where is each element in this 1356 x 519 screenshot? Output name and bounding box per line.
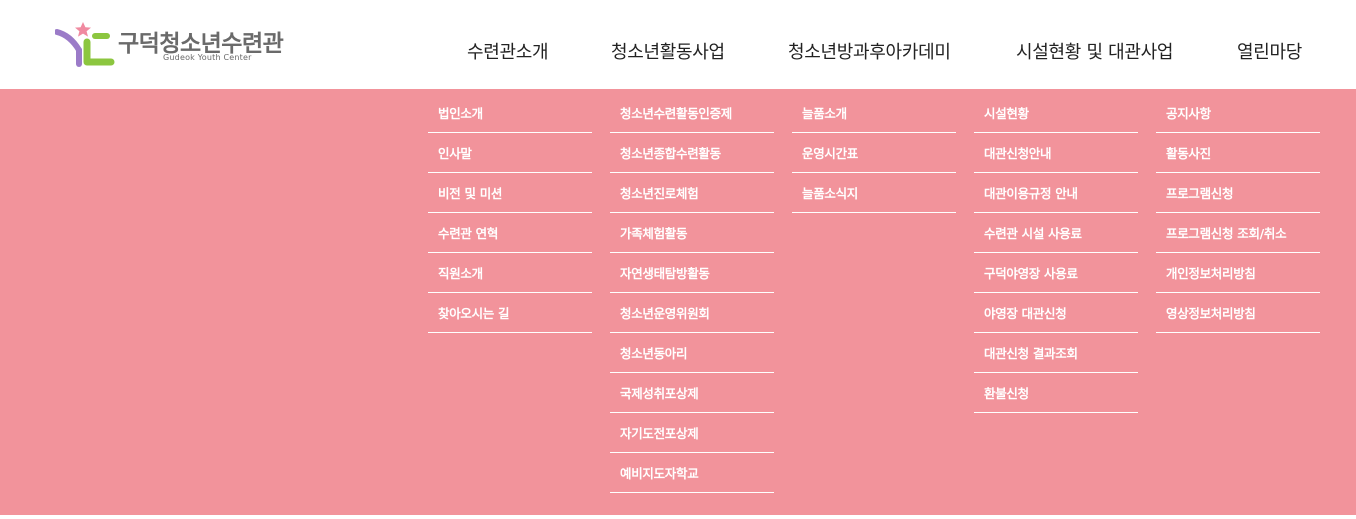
menu-item[interactable]: 수련관 연혁 xyxy=(428,213,592,253)
menu-item[interactable]: 늘품소식지 xyxy=(792,173,956,213)
menu-item[interactable]: 국제성취포상제 xyxy=(610,373,774,413)
menu-column-open-board: 공지사항 활동사진 프로그램신청 프로그램신청 조회/취소 개인정보처리방침 영… xyxy=(1156,93,1320,333)
menu-column-about: 법인소개 인사말 비전 및 미션 수련관 연혁 직원소개 찾아오시는 길 xyxy=(428,93,592,333)
menu-item[interactable]: 대관이용규정 안내 xyxy=(974,173,1138,213)
menu-item[interactable]: 프로그램신청 xyxy=(1156,173,1320,213)
nav-item-open-board[interactable]: 열린마당 xyxy=(1237,38,1302,64)
menu-item[interactable]: 활동사진 xyxy=(1156,133,1320,173)
menu-item[interactable]: 직원소개 xyxy=(428,253,592,293)
menu-item[interactable]: 자연생태탐방활동 xyxy=(610,253,774,293)
menu-item[interactable]: 환불신청 xyxy=(974,373,1138,413)
nav-item-facilities[interactable]: 시설현황 및 대관사업 xyxy=(1016,38,1173,64)
menu-item[interactable]: 늘품소개 xyxy=(792,93,956,133)
menu-item[interactable]: 예비지도자학교 xyxy=(610,453,774,493)
menu-item[interactable]: 청소년진로체험 xyxy=(610,173,774,213)
menu-item[interactable]: 개인정보처리방침 xyxy=(1156,253,1320,293)
menu-item[interactable]: 공지사항 xyxy=(1156,93,1320,133)
page-bottom-edge xyxy=(0,515,1356,519)
nav-item-youth-activities[interactable]: 청소년활동사업 xyxy=(611,38,725,64)
menu-item[interactable]: 비전 및 미션 xyxy=(428,173,592,213)
menu-item[interactable]: 시설현황 xyxy=(974,93,1138,133)
menu-item[interactable]: 자기도전포상제 xyxy=(610,413,774,453)
main-nav: 수련관소개 청소년활동사업 청소년방과후아카데미 시설현황 및 대관사업 열린마… xyxy=(0,38,1356,64)
menu-item[interactable]: 야영장 대관신청 xyxy=(974,293,1138,333)
site-header: 구덕청소년수련관 Gudeok Youth Center 수련관소개 청소년활동… xyxy=(0,0,1356,89)
menu-item[interactable]: 청소년종합수련활동 xyxy=(610,133,774,173)
menu-item[interactable]: 운영시간표 xyxy=(792,133,956,173)
menu-item[interactable]: 청소년수련활동인증제 xyxy=(610,93,774,133)
menu-column-youth-activities: 청소년수련활동인증제 청소년종합수련활동 청소년진로체험 가족체험활동 자연생태… xyxy=(610,93,774,493)
menu-column-academy: 늘품소개 운영시간표 늘품소식지 xyxy=(792,93,956,213)
menu-item[interactable]: 수련관 시설 사용료 xyxy=(974,213,1138,253)
menu-column-facilities: 시설현황 대관신청안내 대관이용규정 안내 수련관 시설 사용료 구덕야영장 사… xyxy=(974,93,1138,413)
menu-item[interactable]: 대관신청 결과조회 xyxy=(974,333,1138,373)
menu-item[interactable]: 구덕야영장 사용료 xyxy=(974,253,1138,293)
nav-item-after-school-academy[interactable]: 청소년방과후아카데미 xyxy=(788,38,951,64)
mega-menu: 법인소개 인사말 비전 및 미션 수련관 연혁 직원소개 찾아오시는 길 청소년… xyxy=(0,89,1356,515)
menu-item[interactable]: 인사말 xyxy=(428,133,592,173)
menu-item[interactable]: 영상정보처리방침 xyxy=(1156,293,1320,333)
menu-item[interactable]: 대관신청안내 xyxy=(974,133,1138,173)
nav-item-about[interactable]: 수련관소개 xyxy=(467,38,549,64)
menu-item[interactable]: 찾아오시는 길 xyxy=(428,293,592,333)
menu-item[interactable]: 프로그램신청 조회/취소 xyxy=(1156,213,1320,253)
menu-item[interactable]: 가족체험활동 xyxy=(610,213,774,253)
menu-item[interactable]: 청소년운영위원회 xyxy=(610,293,774,333)
menu-item[interactable]: 법인소개 xyxy=(428,93,592,133)
menu-item[interactable]: 청소년동아리 xyxy=(610,333,774,373)
